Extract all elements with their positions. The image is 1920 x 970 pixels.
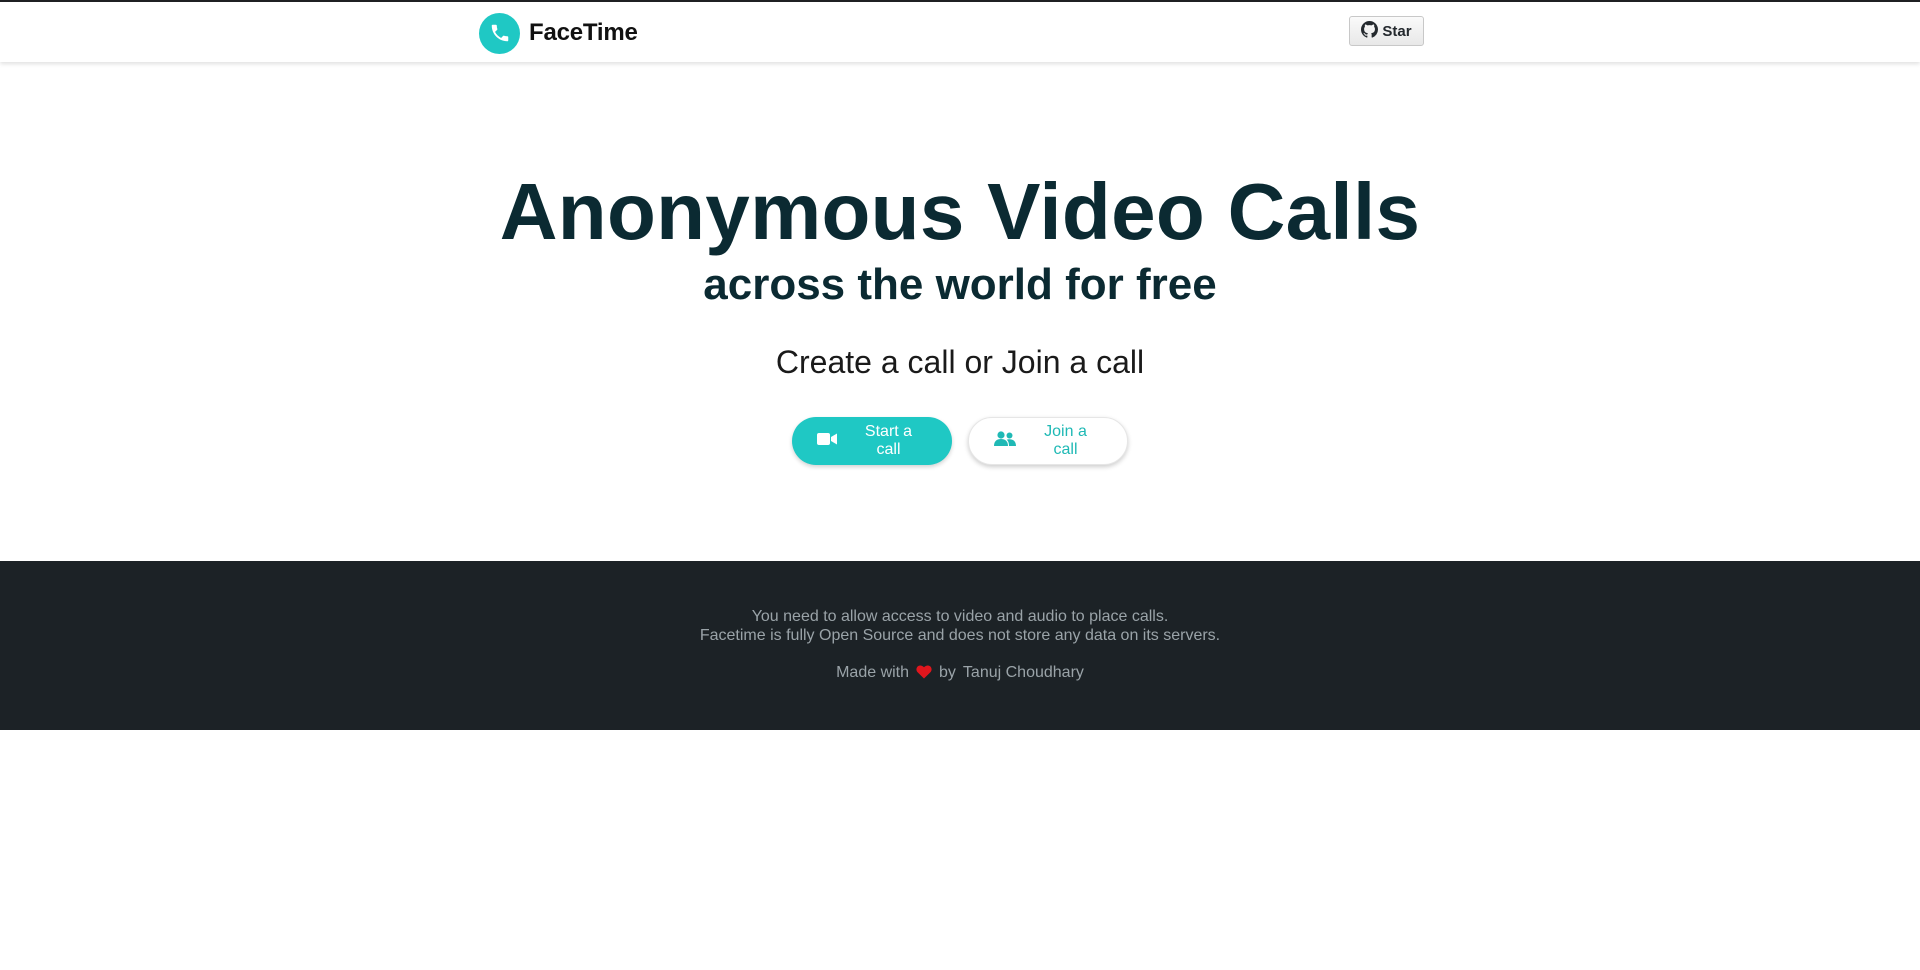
github-star-label: Star bbox=[1382, 22, 1412, 40]
join-call-label: Join a call bbox=[1044, 423, 1087, 458]
github-icon bbox=[1361, 20, 1379, 42]
video-camera-icon bbox=[817, 432, 837, 451]
by-label: by bbox=[939, 664, 956, 681]
call-actions: Start a call Join a call bbox=[0, 417, 1920, 469]
page-title: Anonymous Video Calls bbox=[499, 167, 1421, 256]
phone-icon bbox=[479, 12, 520, 54]
footer: You need to allow access to video and au… bbox=[0, 561, 1920, 730]
start-call-button[interactable]: Start a call bbox=[792, 417, 952, 465]
users-icon bbox=[994, 430, 1016, 452]
heart-icon bbox=[916, 664, 932, 682]
brand-link[interactable]: FaceTime bbox=[479, 12, 638, 54]
footer-permission-note: You need to allow access to video and au… bbox=[751, 608, 1169, 625]
navbar: FaceTime Star bbox=[0, 2, 1920, 62]
author-link[interactable]: Tanuj Choudhary bbox=[963, 662, 1084, 684]
join-call-button[interactable]: Join a call bbox=[968, 417, 1128, 465]
hero-section: Anonymous Video Calls across the world f… bbox=[0, 62, 1920, 561]
call-prompt: Create a call or Join a call bbox=[775, 344, 1145, 380]
start-call-label: Start a call bbox=[864, 423, 913, 458]
brand-name: FaceTime bbox=[529, 19, 638, 46]
page-subtitle: across the world for free bbox=[703, 260, 1217, 309]
footer-credit: Made with by Tanuj Choudhary bbox=[0, 662, 1920, 684]
github-star-button[interactable]: Star bbox=[1349, 16, 1424, 46]
made-with-label: Made with bbox=[836, 664, 910, 681]
footer-open-source-note: Facetime is fully Open Source and does n… bbox=[699, 627, 1221, 644]
